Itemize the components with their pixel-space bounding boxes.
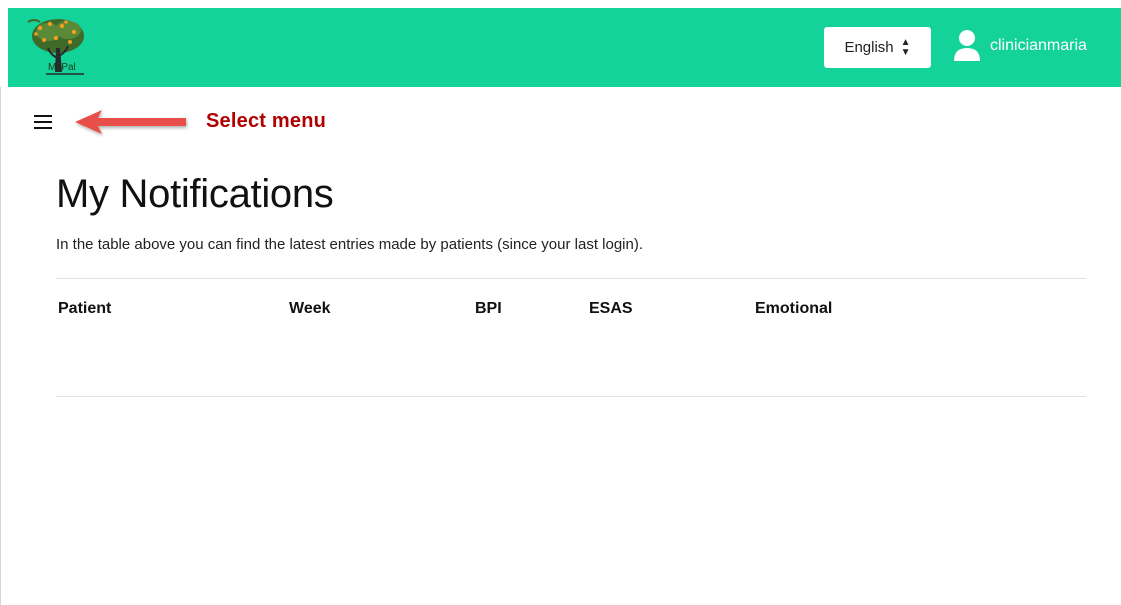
column-header-patient: Patient: [58, 300, 112, 317]
page: MyPal English ▲▼ clinicianmaria Select: [0, 0, 1121, 605]
language-select[interactable]: English ▲ ▼: [824, 27, 931, 68]
notifications-table-header: Patient Week BPI ESAS Emotional: [56, 300, 1086, 324]
page-description: In the table above you can find the late…: [56, 236, 644, 253]
mypal-logo[interactable]: MyPal: [26, 14, 90, 82]
annotation-arrow-icon: [75, 110, 186, 134]
logo-text: MyPal: [48, 62, 76, 73]
language-selected-value: English: [844, 39, 894, 56]
user-avatar-icon: [954, 30, 980, 61]
column-header-esas: ESAS: [589, 300, 633, 317]
username-label: clinicianmaria: [990, 37, 1087, 54]
column-header-week: Week: [289, 300, 331, 317]
table-bottom-divider: [56, 396, 1086, 397]
column-header-emotional: Emotional: [755, 300, 833, 317]
left-edge-border: [0, 87, 1, 605]
table-top-divider: [56, 278, 1086, 279]
select-menu-annotation: Select menu: [206, 110, 327, 132]
sort-caret-icon: ▲ ▼: [900, 36, 911, 58]
top-navbar: MyPal English ▲ ▼ clinicianmaria: [8, 8, 1121, 87]
column-header-bpi: BPI: [475, 300, 502, 317]
hamburger-menu-icon[interactable]: [34, 115, 52, 129]
page-title: My Notifications: [56, 172, 334, 216]
user-menu[interactable]: clinicianmaria: [952, 24, 1087, 68]
